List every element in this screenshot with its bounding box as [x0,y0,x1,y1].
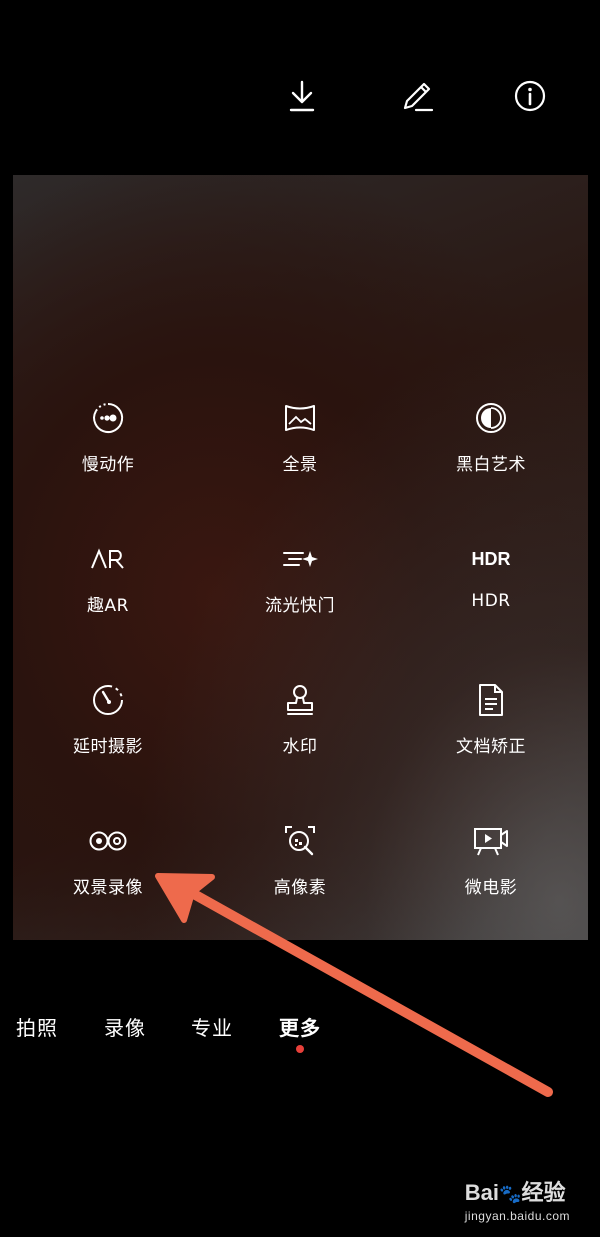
monochrome-icon [471,400,511,436]
high-resolution-icon [280,823,320,859]
mode-label: 慢动作 [81,455,135,475]
mode-watermark[interactable]: 水印 [205,682,395,772]
active-tab-indicator [296,1045,304,1053]
mode-light-painting[interactable]: 流光快门 [205,541,395,631]
tab-photo[interactable]: 拍照 [16,1012,58,1041]
mode-panorama[interactable]: 全景 [205,400,395,490]
slow-motion-icon [88,400,128,436]
mode-label: 延时摄影 [73,737,143,757]
top-toolbar [0,0,600,175]
mode-micro-movie[interactable]: 微电影 [396,823,586,913]
mode-label: 趣AR [87,596,129,616]
mode-document[interactable]: 文档矫正 [396,682,586,772]
light-painting-icon [280,541,320,577]
document-icon [471,682,511,718]
info-icon[interactable] [510,76,550,116]
mode-dual-view[interactable]: 双景录像 [13,823,203,913]
tab-video[interactable]: 录像 [104,1012,146,1041]
mode-label: 微电影 [464,878,518,898]
mode-label: HDR [471,591,511,611]
mode-slow-motion[interactable]: 慢动作 [13,400,203,490]
tab-pro[interactable]: 专业 [191,1012,233,1041]
mode-label: 文档矫正 [456,737,526,757]
mode-label: 水印 [282,737,318,757]
mode-monochrome[interactable]: 黑白艺术 [396,400,586,490]
more-modes-panel: 慢动作 全景 黑白艺术 趣AR 流光快门 HDR HDR 延时摄影 水印 文档矫… [13,175,588,940]
watermark-stamp-icon [280,682,320,718]
mode-hdr[interactable]: HDR HDR [396,541,586,631]
panorama-icon [280,400,320,436]
ar-icon [88,541,128,577]
mode-label: 黑白艺术 [456,455,526,475]
mode-label: 流光快门 [265,596,335,616]
mode-label: 高像素 [273,878,327,898]
mode-ar[interactable]: 趣AR [13,541,203,631]
mode-timelapse[interactable]: 延时摄影 [13,682,203,772]
edit-pencil-icon[interactable] [397,76,437,116]
mode-label: 双景录像 [73,878,143,898]
tab-more[interactable]: 更多 [279,1012,321,1041]
baidu-jingyan-watermark: Bai🐾经验 jingyan.baidu.com [464,1180,570,1223]
hdr-icon: HDR [471,548,511,569]
download-icon[interactable] [282,76,322,116]
micro-movie-icon [471,823,511,859]
dual-view-icon [88,823,128,859]
mode-high-resolution[interactable]: 高像素 [205,823,395,913]
timelapse-icon [88,682,128,718]
mode-label: 全景 [282,455,318,475]
